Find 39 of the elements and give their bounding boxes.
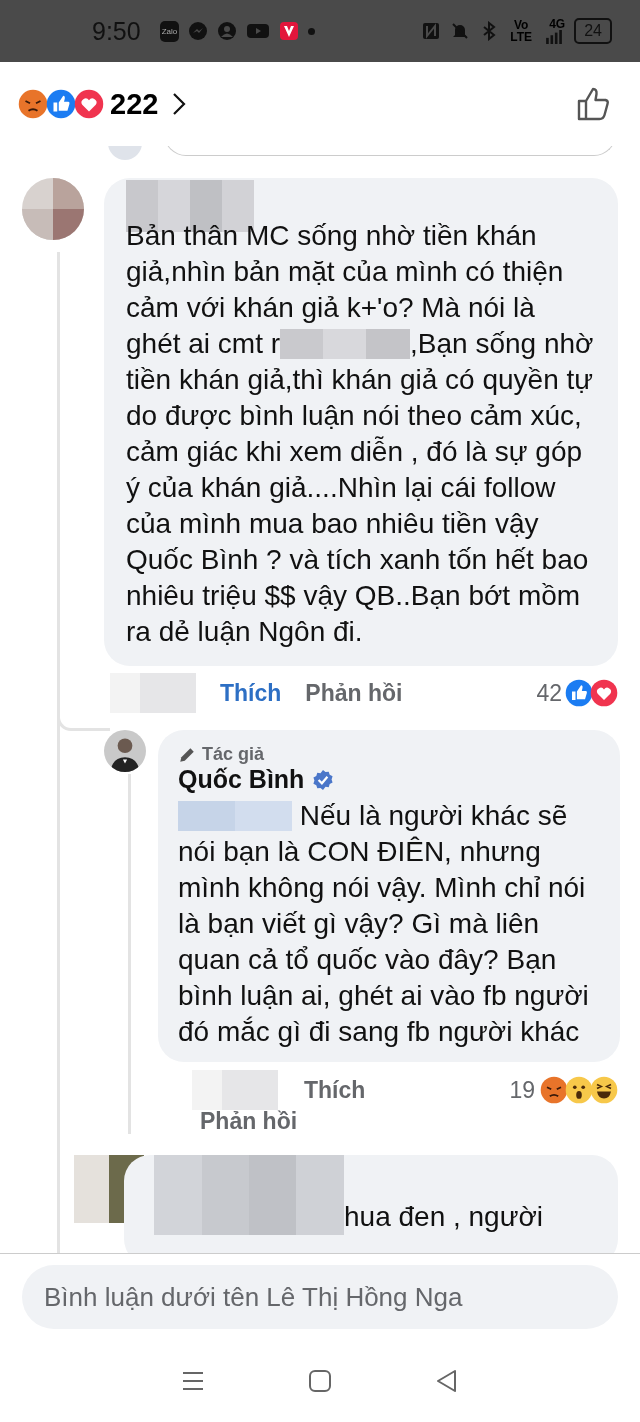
chevron-right-icon[interactable] xyxy=(172,92,187,116)
author-name[interactable]: Quốc Bình xyxy=(178,765,305,794)
love-reaction-icon xyxy=(74,89,104,119)
person-icon xyxy=(217,21,238,41)
pencil-icon xyxy=(178,745,196,764)
like-icon[interactable] xyxy=(576,86,612,122)
video-play-icon xyxy=(246,21,271,41)
wow-reaction-icon xyxy=(565,1076,593,1104)
comment-text: Bản thân MC sống nhờ tiền khán giả,nhìn bản mặt của mình có thiện cảm với khán giả k+'o? Mà nói là ghét ai cmt r ,Bạn sống nhờ tiền khán giả,thì khán giả có quyền tự do được bình luận nói theo cảm xúc, cảm giác khi xem diễn , đó là sự góp ý của khán giả....Nhìn lại cái follow của mình mua bao nhiêu tiền vậy Quốc Bình ? và tích xanh tốn hết bao nhiêu triệu $$ vậy QB..Bạn bớt mồm ra dẻ luận Ngôn đi. xyxy=(126,219,595,649)
v-app-icon xyxy=(279,21,300,41)
comment-text: hua đen , người xyxy=(344,1201,544,1232)
back-triangle-icon[interactable] xyxy=(434,1369,459,1393)
haha-reaction-icon xyxy=(590,1076,618,1104)
messenger-icon xyxy=(188,21,209,41)
reaction-count: 19 xyxy=(509,1076,535,1104)
reaction-count[interactable]: 222 xyxy=(110,87,159,121)
menu-icon[interactable] xyxy=(181,1369,206,1393)
reply-link[interactable]: Phản hồi xyxy=(305,679,403,707)
battery-indicator: 24 xyxy=(574,18,612,44)
volte-label: Vo LTE xyxy=(509,19,534,43)
chat-app-icon: Zalo xyxy=(159,20,180,42)
reply-link[interactable]: Phản hồi xyxy=(200,1108,298,1135)
angry-reaction-icon xyxy=(540,1076,568,1104)
notification-dot-icon xyxy=(308,27,316,35)
avatar-figure xyxy=(104,730,146,772)
comment-input-field[interactable]: Bình luận dưới tên Lê Thị Hồng Nga xyxy=(22,1265,618,1329)
like-reaction-icon xyxy=(565,679,593,707)
like-link[interactable]: Thích xyxy=(304,1076,366,1104)
love-reaction-icon xyxy=(590,679,618,707)
angry-reaction-icon xyxy=(18,89,48,119)
nfc-icon xyxy=(421,21,442,41)
clock-time: 9:50 xyxy=(92,16,141,46)
reaction-count: 42 xyxy=(536,679,562,707)
home-square-icon[interactable] xyxy=(308,1369,332,1393)
like-reaction-icon xyxy=(46,89,76,119)
like-link[interactable]: Thích xyxy=(220,679,282,707)
network-type-label: 4G xyxy=(549,18,566,30)
comment-text: Nếu là người khác sẽ nói bạn là CON ĐIÊN, nhưng mình không nói vậy. Mình chỉ nói là bạn viết gì vậy? Gì mà liên quan cả tổ quốc vào đây? Bạn bình luận ai, ghét ai vào fb người đó mắc gì đi sang fb người khác xyxy=(178,799,590,1049)
author-label: Tác giả xyxy=(202,744,265,765)
